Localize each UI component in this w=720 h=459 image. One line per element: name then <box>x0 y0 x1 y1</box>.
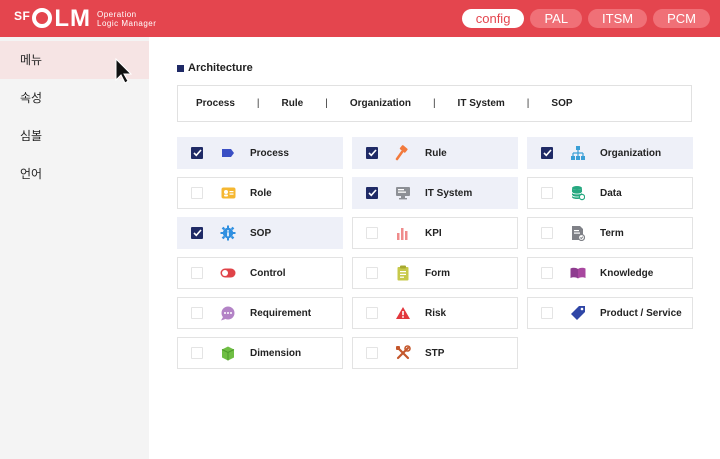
checkbox[interactable] <box>366 227 378 239</box>
checkbox[interactable] <box>541 267 553 279</box>
crumb-separator: | <box>325 98 328 109</box>
top-tabs: config PAL ITSM PCM <box>461 9 710 28</box>
card-label: STP <box>425 347 445 359</box>
logo-subtitle: Operation Logic Manager <box>97 10 157 28</box>
card-label: Role <box>250 187 272 199</box>
sidebar: 메뉴 속성 심볼 언어 <box>0 37 149 459</box>
card-dimension[interactable]: Dimension <box>177 337 343 369</box>
sidebar-item-symbol[interactable]: 심볼 <box>0 117 149 155</box>
card-label: Requirement <box>250 307 312 319</box>
card-organization[interactable]: Organization <box>527 137 693 169</box>
monitor-icon <box>395 185 411 201</box>
tab-config[interactable]: config <box>461 9 525 28</box>
card-label: IT System <box>425 187 473 199</box>
document-icon <box>570 225 586 241</box>
card-label: Risk <box>425 307 447 319</box>
tab-pcm[interactable]: PCM <box>653 9 710 28</box>
checkbox-checked[interactable] <box>541 147 553 159</box>
main-content: Architecture Process | Rule | Organizati… <box>149 37 720 459</box>
card-label: Product / Service <box>600 307 682 319</box>
checkbox[interactable] <box>541 187 553 199</box>
crumb-organization[interactable]: Organization <box>350 98 411 109</box>
card-label: SOP <box>250 227 272 239</box>
warning-icon <box>395 305 411 321</box>
section-title: Architecture <box>177 62 253 74</box>
app-header: SF LM Operation Logic Manager config PAL … <box>0 0 720 37</box>
checkbox-checked[interactable] <box>366 147 378 159</box>
checkbox[interactable] <box>191 187 203 199</box>
card-product-service[interactable]: Product / Service <box>527 297 693 329</box>
card-risk[interactable]: Risk <box>352 297 518 329</box>
book-icon <box>570 265 586 281</box>
card-term[interactable]: Term <box>527 217 693 249</box>
clipboard-icon <box>395 265 411 281</box>
gear-badge-icon <box>220 225 236 241</box>
checkbox[interactable] <box>541 227 553 239</box>
checkbox-checked[interactable] <box>191 147 203 159</box>
checkbox[interactable] <box>366 347 378 359</box>
card-label: Process <box>250 147 289 159</box>
card-label: Knowledge <box>600 267 654 279</box>
section-bullet-icon <box>177 64 184 72</box>
card-label: Term <box>600 227 624 239</box>
toggle-icon <box>220 265 236 281</box>
database-icon <box>570 185 586 201</box>
card-kpi[interactable]: KPI <box>352 217 518 249</box>
card-label: Form <box>425 267 450 279</box>
crumb-sop[interactable]: SOP <box>551 98 572 109</box>
card-control[interactable]: Control <box>177 257 343 289</box>
checkbox[interactable] <box>191 307 203 319</box>
grid-empty-slot <box>527 337 693 369</box>
app-logo: SF LM Operation Logic Manager <box>14 5 156 33</box>
crumb-separator: | <box>432 98 436 109</box>
tab-pal[interactable]: PAL <box>530 9 583 28</box>
card-stp[interactable]: STP <box>352 337 518 369</box>
card-label: Control <box>250 267 286 279</box>
checkbox[interactable] <box>541 307 553 319</box>
card-rule[interactable]: Rule <box>352 137 518 169</box>
crumb-it-system[interactable]: IT System <box>458 98 505 109</box>
price-tag-icon <box>570 305 586 321</box>
card-form[interactable]: Form <box>352 257 518 289</box>
crumb-rule[interactable]: Rule <box>282 98 304 109</box>
architecture-breadcrumb: Process | Rule | Organization | IT Syste… <box>177 85 692 122</box>
tools-icon <box>395 345 411 361</box>
chat-bubble-icon <box>220 305 236 321</box>
card-label: Dimension <box>250 347 302 359</box>
card-requirement[interactable]: Requirement <box>177 297 343 329</box>
cube-icon <box>220 345 236 361</box>
checkbox[interactable] <box>366 267 378 279</box>
card-process[interactable]: Process <box>177 137 343 169</box>
checkbox[interactable] <box>191 347 203 359</box>
logo-olm: LM <box>32 5 91 33</box>
org-chart-icon <box>570 145 586 161</box>
checkbox-checked[interactable] <box>366 187 378 199</box>
logo-sf: SF <box>14 9 31 23</box>
crumb-separator: | <box>256 98 260 109</box>
card-label: KPI <box>425 227 442 239</box>
id-card-icon <box>220 185 236 201</box>
sidebar-item-attribute[interactable]: 속성 <box>0 79 149 117</box>
gavel-icon <box>395 145 411 161</box>
card-data[interactable]: Data <box>527 177 693 209</box>
card-label: Data <box>600 187 622 199</box>
card-knowledge[interactable]: Knowledge <box>527 257 693 289</box>
card-it-system[interactable]: IT System <box>352 177 518 209</box>
checkbox-checked[interactable] <box>191 227 203 239</box>
checkbox[interactable] <box>191 267 203 279</box>
card-sop[interactable]: SOP <box>177 217 343 249</box>
checkbox[interactable] <box>366 307 378 319</box>
crumb-separator: | <box>526 98 530 109</box>
crumb-process[interactable]: Process <box>196 98 235 109</box>
card-label: Rule <box>425 147 447 159</box>
mouse-cursor-icon <box>115 58 133 84</box>
card-role[interactable]: Role <box>177 177 343 209</box>
architecture-grid: Process Rule Organization Role IT System… <box>177 137 693 369</box>
process-tag-icon <box>220 145 236 161</box>
sidebar-item-language[interactable]: 언어 <box>0 155 149 193</box>
tab-itsm[interactable]: ITSM <box>588 9 648 28</box>
bar-chart-icon <box>395 225 411 241</box>
card-label: Organization <box>600 147 662 159</box>
